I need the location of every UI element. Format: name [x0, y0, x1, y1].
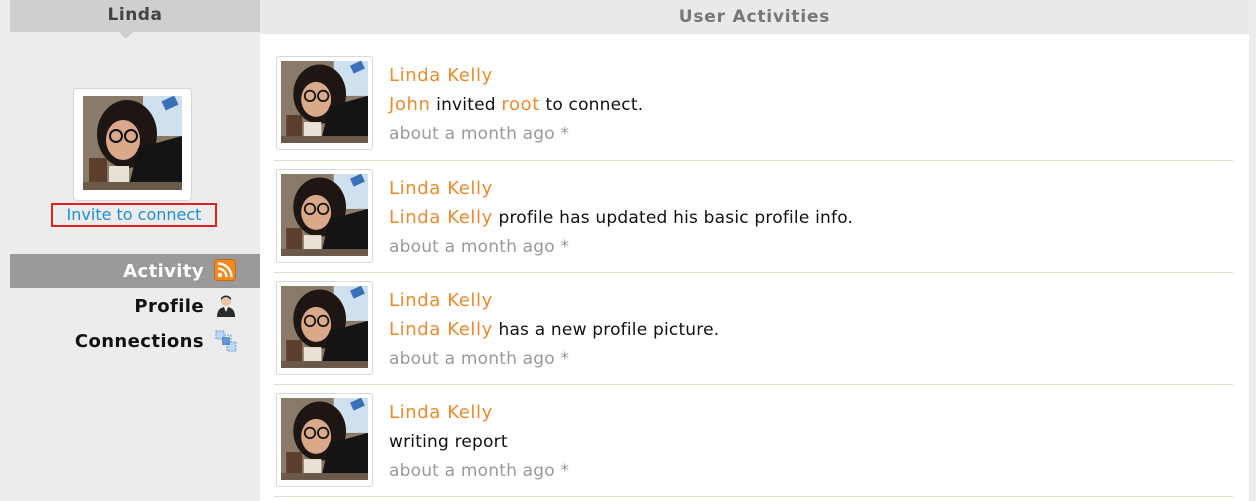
profile-photo-image	[83, 96, 182, 190]
activity-timestamp: about a month ago *	[389, 349, 570, 369]
activity-item: Linda Kelly writing report about a month…	[274, 385, 1233, 497]
profile-photo[interactable]	[73, 88, 192, 201]
activity-text: to connect.	[539, 95, 644, 115]
activity-user-link[interactable]: Linda Kelly	[389, 207, 493, 228]
rss-icon	[214, 259, 238, 283]
activity-user-link[interactable]: Linda Kelly	[389, 319, 493, 340]
sidebar-title: Linda	[10, 0, 260, 32]
activity-author-link[interactable]: Linda Kelly	[389, 175, 1219, 203]
activity-user-link[interactable]: John	[389, 94, 431, 115]
avatar-image	[281, 61, 368, 143]
activity-item: Linda Kelly Linda Kelly profile has upda…	[274, 161, 1233, 273]
activity-author-link[interactable]: Linda Kelly	[389, 62, 1219, 90]
activity-feed: Linda Kelly John invited root to connect…	[274, 48, 1233, 497]
person-icon	[214, 294, 238, 318]
connections-icon	[214, 329, 238, 353]
sidebar: Linda Invite to connect Activity Profile…	[10, 0, 267, 501]
activity-avatar[interactable]	[276, 169, 373, 263]
avatar-image	[281, 174, 368, 256]
activity-timestamp: about a month ago *	[389, 124, 570, 144]
sidebar-title-notch	[119, 32, 133, 39]
activity-avatar[interactable]	[276, 281, 373, 375]
activity-timestamp: about a month ago *	[389, 461, 570, 481]
activity-user-link[interactable]: root	[501, 94, 540, 115]
page-title: User Activities	[260, 0, 1249, 34]
main-panel: User Activities Linda Kelly John invited…	[260, 0, 1249, 501]
activity-message: Linda Kelly profile has updated his basi…	[389, 203, 1219, 233]
nav-item-connections[interactable]: Connections	[10, 324, 260, 358]
avatar-image	[281, 286, 368, 368]
invite-to-connect-link[interactable]: Invite to connect	[51, 203, 217, 227]
activity-message: Linda Kelly has a new profile picture.	[389, 315, 1219, 345]
activity-item: Linda Kelly John invited root to connect…	[274, 48, 1233, 161]
activity-message: writing report	[389, 427, 1219, 457]
activity-text: profile has updated his basic profile in…	[492, 208, 854, 228]
activity-timestamp: about a month ago *	[389, 237, 570, 257]
activity-message: John invited root to connect.	[389, 90, 1219, 120]
nav-item-profile[interactable]: Profile	[10, 288, 260, 324]
page-right-margin	[1249, 0, 1256, 501]
activity-text: writing report	[389, 432, 508, 452]
nav-item-activity[interactable]: Activity	[10, 254, 267, 288]
nav-item-label: Profile	[134, 295, 204, 317]
activity-text: invited	[430, 95, 502, 115]
activity-avatar[interactable]	[276, 393, 373, 487]
activity-avatar[interactable]	[276, 56, 373, 150]
activity-author-link[interactable]: Linda Kelly	[389, 287, 1219, 315]
nav-item-label: Connections	[74, 330, 204, 352]
nav-item-label: Activity	[123, 260, 204, 282]
activity-text: has a new profile picture.	[492, 320, 720, 340]
sidebar-nav: Activity Profile Connections	[10, 254, 267, 358]
activity-author-link[interactable]: Linda Kelly	[389, 399, 1219, 427]
avatar-image	[281, 398, 368, 480]
activity-item: Linda Kelly Linda Kelly has a new profil…	[274, 273, 1233, 385]
